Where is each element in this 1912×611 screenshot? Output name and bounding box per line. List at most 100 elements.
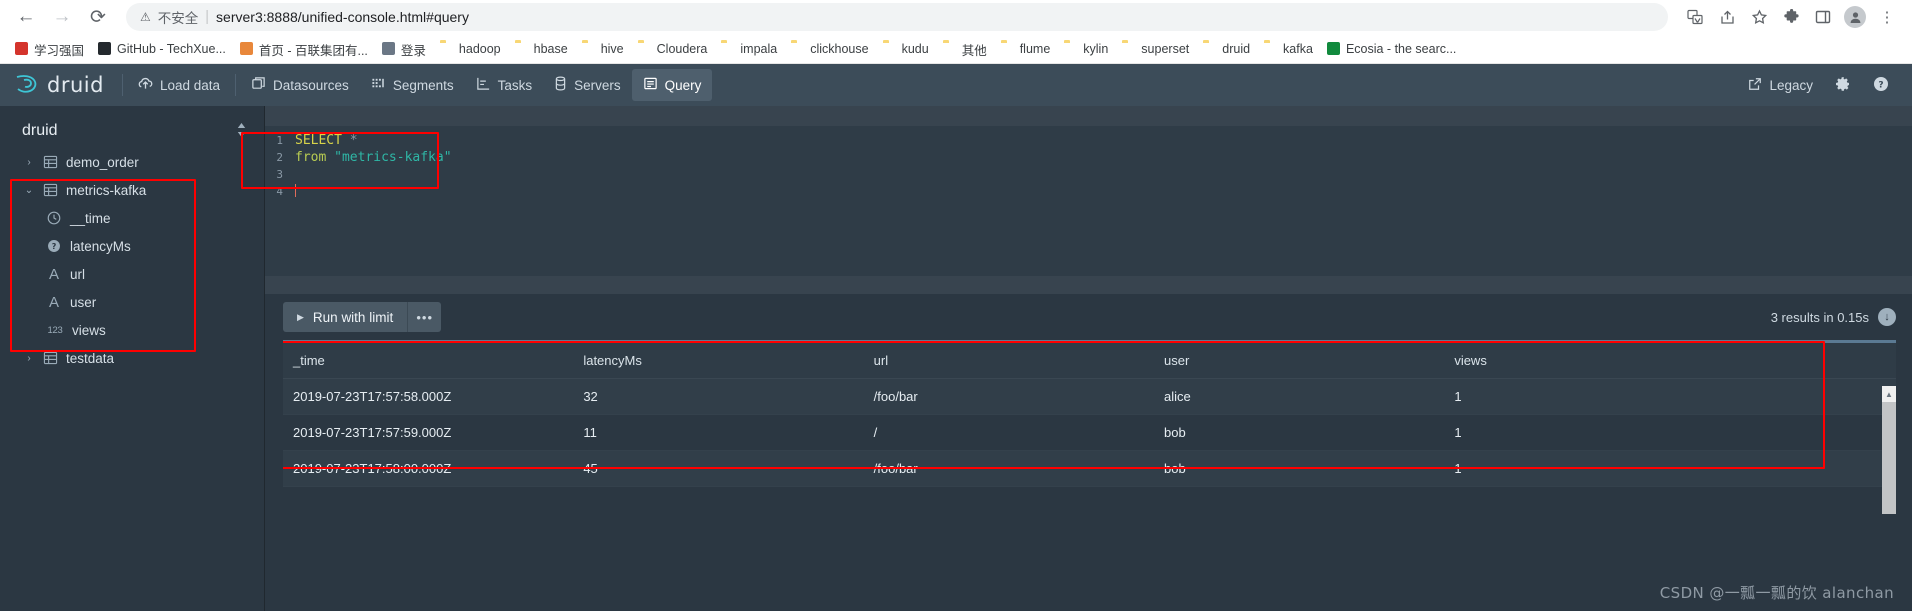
folder-icon: [582, 42, 596, 56]
chevron-right-icon[interactable]: ›: [24, 157, 34, 168]
bookmark-label: Ecosia - the searc...: [1345, 42, 1457, 56]
string-type-icon: A: [48, 293, 59, 311]
bookmark-item[interactable]: Cloudera: [631, 40, 715, 58]
nav-segments[interactable]: Segments: [360, 69, 465, 101]
nav-divider: [121, 74, 123, 96]
folder-icon: [1122, 42, 1136, 56]
settings-button[interactable]: [1826, 69, 1860, 102]
bookmark-item[interactable]: kafka: [1257, 40, 1320, 58]
tree-node-testdata[interactable]: › testdata: [0, 344, 264, 372]
profile-avatar-icon[interactable]: [1840, 2, 1870, 32]
legacy-link[interactable]: Legacy: [1739, 70, 1822, 101]
bookmark-item[interactable]: 首页 - 百联集团有...: [233, 38, 375, 61]
chrome-menu-icon[interactable]: ⋮: [1872, 2, 1902, 32]
chevron-right-icon[interactable]: ›: [24, 353, 34, 364]
bookmark-star-icon[interactable]: [1744, 2, 1774, 32]
brand-text: druid: [47, 73, 104, 97]
tree-node-user[interactable]: Auser: [0, 288, 264, 316]
folder-icon: [1203, 42, 1217, 56]
bookmark-item[interactable]: hive: [575, 40, 631, 58]
bookmark-item[interactable]: hbase: [508, 40, 575, 58]
bookmark-item[interactable]: druid: [1196, 40, 1257, 58]
table-row[interactable]: 2019-07-23T17:58:00.000Z 45/foo/bar bob 1: [283, 450, 1896, 487]
nav-servers-label: Servers: [574, 77, 621, 93]
bookmark-item[interactable]: kylin: [1057, 40, 1115, 58]
results-meta: 3 results in 0.15s ↓: [1771, 308, 1896, 326]
translate-icon[interactable]: [1680, 2, 1710, 32]
results-scrollbar[interactable]: ▲: [1882, 386, 1896, 557]
bookmark-item[interactable]: GitHub - TechXue...: [91, 40, 233, 58]
bookmark-item[interactable]: flume: [994, 40, 1058, 58]
address-bar[interactable]: ⚠ 不安全 | server3:8888/unified-console.htm…: [126, 3, 1668, 31]
column-header[interactable]: _time: [283, 343, 574, 379]
tree-node-label: metrics-kafka: [66, 182, 147, 198]
bookmark-item[interactable]: superset: [1115, 40, 1196, 58]
line-number: 4: [276, 185, 283, 198]
bookmark-label: flume: [1019, 42, 1051, 56]
run-more-options-button[interactable]: •••: [407, 302, 442, 332]
bookmark-item[interactable]: 登录: [375, 38, 433, 61]
workspace: druid › demo_order ⌄ metrics-kafka __time ? la…: [0, 106, 1912, 611]
table-cell: 1: [1444, 414, 1896, 451]
nav-tasks[interactable]: Tasks: [465, 69, 544, 101]
bookmark-item[interactable]: clickhouse: [784, 40, 875, 58]
tree-node-url[interactable]: Aurl: [0, 260, 264, 288]
clock-icon: [46, 210, 62, 226]
forward-arrow-icon[interactable]: →: [46, 1, 78, 33]
bookmark-item[interactable]: 学习强国: [8, 38, 91, 61]
results-panel: _time latencyMs url user views 2019-07-23T17…: [283, 340, 1896, 557]
download-circle-icon[interactable]: ↓: [1878, 308, 1896, 326]
folder-icon: [943, 42, 957, 56]
sql-editor[interactable]: 1 2 3 4 SELECT * from "metrics-kafka": [265, 126, 1912, 276]
datasource-picker[interactable]: druid: [22, 122, 246, 140]
nav-servers[interactable]: Servers: [543, 69, 632, 101]
query-icon: [643, 76, 658, 94]
extensions-puzzle-icon[interactable]: [1776, 2, 1806, 32]
sql-keyword-from: from: [295, 150, 327, 165]
editor-code[interactable]: SELECT * from "metrics-kafka": [287, 126, 1912, 276]
bookmark-label: 首页 - 百联集团有...: [258, 43, 368, 58]
tree-node-views[interactable]: 123 views: [0, 316, 264, 344]
tree-node---time[interactable]: __time: [0, 204, 264, 232]
avatar: [1844, 6, 1866, 28]
nav-load-data-label: Load data: [159, 77, 221, 93]
run-with-limit-button[interactable]: ▶ Run with limit: [283, 302, 408, 332]
run-button-group: ▶ Run with limit •••: [283, 302, 442, 332]
tree-node-demo-order[interactable]: › demo_order: [0, 148, 264, 176]
line-number: 3: [276, 168, 283, 181]
chevron-down-icon[interactable]: ⌄: [24, 185, 34, 196]
sidepanel-icon[interactable]: [1808, 2, 1838, 32]
table-row[interactable]: 2019-07-23T17:57:59.000Z 11/bob 1: [283, 414, 1896, 451]
tree-node-label: __time: [70, 210, 111, 226]
scroll-up-arrow-icon[interactable]: ▲: [1882, 386, 1896, 402]
table-cell: bob: [1153, 450, 1445, 487]
tree-node-latencyms[interactable]: ? latencyMs: [0, 232, 264, 260]
folder-icon: [1264, 42, 1278, 56]
security-label: 不安全: [157, 11, 199, 26]
scrollbar-thumb[interactable]: [1882, 402, 1896, 514]
bookmarks-bar: 学习强国 GitHub - TechXue... 首页 - 百联集团有... 登录 ha…: [0, 35, 1912, 64]
bookmark-item[interactable]: 其他: [936, 38, 994, 61]
nav-load-data[interactable]: Load data: [127, 69, 231, 101]
table-row[interactable]: 2019-07-23T17:57:58.000Z 32/foo/bar alice 1: [283, 378, 1896, 415]
column-header[interactable]: latencyMs: [573, 343, 864, 379]
reload-icon[interactable]: ⟳: [82, 1, 114, 33]
nav-query[interactable]: Query: [631, 69, 713, 101]
bookmark-item[interactable]: hadoop: [433, 40, 508, 58]
back-arrow-icon[interactable]: ←: [10, 1, 42, 33]
share-icon[interactable]: [1712, 2, 1742, 32]
datasource-tree: › demo_order ⌄ metrics-kafka __time ? latencyM…: [0, 148, 264, 372]
table-cell: 1: [1444, 450, 1896, 487]
nav-datasources[interactable]: Datasources: [240, 69, 360, 101]
bookmark-item[interactable]: impala: [714, 40, 784, 58]
column-header[interactable]: url: [863, 343, 1154, 379]
bookmark-label: kylin: [1083, 42, 1109, 56]
druid-logo[interactable]: druid: [14, 73, 118, 98]
tree-node-label: demo_order: [66, 154, 139, 170]
help-button[interactable]: ?: [1864, 69, 1898, 102]
bookmark-item[interactable]: kudu: [876, 40, 936, 58]
column-header[interactable]: views: [1444, 343, 1896, 379]
bookmark-item[interactable]: Ecosia - the searc...: [1320, 40, 1463, 58]
column-header[interactable]: user: [1153, 343, 1445, 379]
tree-node-metrics-kafka[interactable]: ⌄ metrics-kafka: [0, 176, 264, 204]
